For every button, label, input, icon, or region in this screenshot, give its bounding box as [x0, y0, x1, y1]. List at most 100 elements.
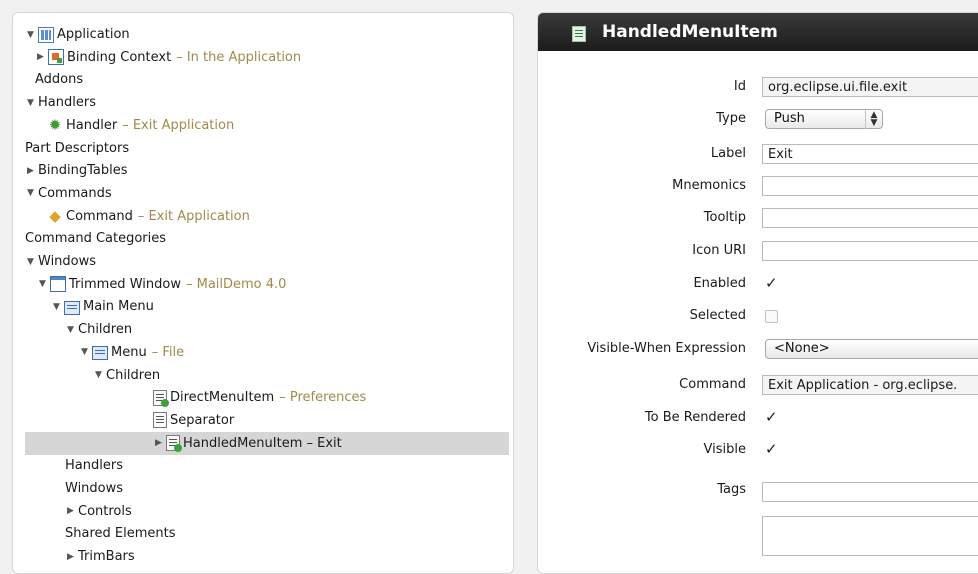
- tree-item[interactable]: ▼ Application: [25, 23, 509, 46]
- tree-item[interactable]: Part Descriptors: [25, 137, 509, 160]
- separator-icon: [153, 412, 167, 429]
- tooltip-field[interactable]: [762, 208, 978, 228]
- tree-item[interactable]: ▶ Binding Context – In the Application: [25, 46, 509, 69]
- tree-item-label: Separator: [170, 412, 235, 428]
- tree-item[interactable]: DirectMenuItem – Preferences: [25, 386, 509, 409]
- to-be-rendered-checkbox[interactable]: ✓: [765, 410, 778, 425]
- tree-item-description: – File: [151, 344, 185, 360]
- expand-down-icon[interactable]: ▼: [65, 325, 76, 335]
- tree-item-label: Handlers: [38, 95, 96, 111]
- tree-item-description: – Exit Application: [122, 117, 235, 133]
- tree-item[interactable]: ▼ Children: [25, 318, 509, 341]
- command-label: Command: [679, 377, 746, 392]
- expand-right-icon[interactable]: ▶: [65, 552, 76, 562]
- tree-item-description: – In the Application: [176, 49, 302, 65]
- tree-item-label: Command: [66, 208, 133, 224]
- tree-item-label: Shared Elements: [65, 526, 176, 542]
- id-label: Id: [733, 79, 746, 94]
- tooltip-label: Tooltip: [703, 210, 746, 225]
- visible-when-value: <None>: [774, 341, 830, 356]
- tree-item-label: Commands: [38, 185, 112, 201]
- editor-header: HandledMenuItem: [538, 13, 978, 51]
- tree-item-label: Controls: [78, 503, 132, 519]
- direct-menu-item-icon: [153, 389, 169, 407]
- type-label: Type: [716, 111, 746, 126]
- tree-item[interactable]: ▼ Main Menu: [25, 295, 509, 318]
- type-select-value: Push: [774, 111, 805, 126]
- tree-item-label: BindingTables: [38, 163, 128, 179]
- expand-right-icon[interactable]: ▶: [25, 166, 36, 176]
- tree-item-label: Children: [106, 367, 161, 383]
- icon-uri-field[interactable]: [762, 241, 978, 261]
- label-label: Label: [710, 146, 746, 161]
- expand-right-icon[interactable]: ▶: [153, 438, 164, 448]
- expand-right-icon[interactable]: ▶: [35, 52, 46, 62]
- binding-context-icon: [48, 49, 64, 66]
- tags-label: Tags: [717, 482, 746, 497]
- tree-item[interactable]: ▶ TrimBars: [25, 545, 509, 568]
- visible-label: Visible: [703, 442, 746, 457]
- up-down-arrows-icon: ▲ ▼: [865, 110, 882, 129]
- expand-down-icon[interactable]: ▼: [79, 347, 90, 357]
- tree-item[interactable]: ▼ Handlers: [25, 91, 509, 114]
- visible-when-label: Visible-When Expression: [587, 341, 746, 356]
- window-icon: [50, 276, 66, 293]
- label-field[interactable]: Exit: [762, 144, 978, 164]
- expand-down-icon[interactable]: ▼: [51, 302, 62, 312]
- tree-item-label: Handlers: [65, 458, 123, 474]
- command-icon: ◆: [49, 207, 61, 226]
- tree-item[interactable]: ▼ Trimmed Window – MailDemo 4.0: [25, 273, 509, 296]
- tree-item[interactable]: ▼ Commands: [25, 182, 509, 205]
- tree-item[interactable]: Separator: [25, 409, 509, 432]
- tree-item[interactable]: Shared Elements: [25, 522, 509, 545]
- tree-item[interactable]: ✹ Handler – Exit Application: [25, 114, 509, 137]
- menu-icon: [92, 346, 108, 361]
- selected-checkbox[interactable]: [765, 310, 778, 323]
- mnemonics-field[interactable]: [762, 176, 978, 196]
- tree-item-label: Windows: [65, 481, 124, 496]
- expand-down-icon[interactable]: ▼: [93, 370, 104, 380]
- tree-item[interactable]: Windows: [25, 477, 509, 500]
- tree-item[interactable]: ◆ Command – Exit Application: [25, 205, 509, 228]
- tree-item-label: Main Menu: [83, 299, 154, 315]
- icon-uri-label: Icon URI: [692, 243, 746, 258]
- visible-checkbox[interactable]: ✓: [765, 442, 778, 457]
- expand-down-icon[interactable]: ▼: [25, 188, 36, 198]
- expand-down-icon[interactable]: ▼: [37, 279, 48, 289]
- expand-right-icon[interactable]: ▶: [65, 506, 76, 516]
- visible-when-select[interactable]: <None>: [765, 339, 978, 359]
- enabled-checkbox[interactable]: ✓: [765, 276, 778, 291]
- expand-down-icon[interactable]: ▼: [25, 30, 36, 40]
- selected-label: Selected: [689, 308, 746, 323]
- expand-down-icon[interactable]: ▼: [25, 98, 36, 108]
- tags-field[interactable]: [762, 482, 978, 502]
- tree-item[interactable]: Command Categories: [25, 227, 509, 250]
- mnemonics-label: Mnemonics: [672, 178, 746, 193]
- tree-item-label: TrimBars: [78, 549, 135, 565]
- tree-item[interactable]: Addons: [25, 68, 509, 91]
- tree-item[interactable]: ▼ Children: [25, 364, 509, 387]
- tree-item[interactable]: ▶ Controls: [25, 500, 509, 523]
- enabled-label: Enabled: [693, 276, 746, 291]
- tags-list[interactable]: [762, 516, 978, 556]
- tree-item-label: Windows: [38, 254, 97, 269]
- tree-item-label: Addons: [35, 72, 84, 88]
- model-tree-panel: ▼ Application ▶ Binding Context – In the App…: [12, 12, 514, 574]
- type-select[interactable]: Push ▲ ▼: [765, 109, 883, 129]
- tree-item[interactable]: ▼ Windows: [25, 250, 509, 273]
- tree-item-label: Command Categories: [25, 231, 167, 247]
- id-field[interactable]: org.eclipse.ui.file.exit: [762, 77, 978, 97]
- tree-item[interactable]: ▶ HandledMenuItem – Exit: [25, 431, 509, 455]
- expand-down-icon[interactable]: ▼: [25, 257, 36, 267]
- tree-item[interactable]: ▼ Menu – File: [25, 341, 509, 364]
- tree-item-label: Binding Context: [67, 49, 172, 65]
- tree-item[interactable]: Handlers: [25, 454, 509, 477]
- tree-item-label: Handler: [66, 117, 118, 133]
- tree-item[interactable]: ▶ BindingTables: [25, 159, 509, 182]
- handled-menu-item-icon: [572, 26, 586, 42]
- tree-item-label: Trimmed Window: [69, 276, 181, 292]
- tree-item-label: Children: [78, 322, 133, 338]
- tree-item-label: Part Descriptors: [25, 140, 130, 156]
- handled-menu-item-icon: [166, 435, 182, 453]
- command-field[interactable]: Exit Application - org.eclipse.: [762, 375, 978, 395]
